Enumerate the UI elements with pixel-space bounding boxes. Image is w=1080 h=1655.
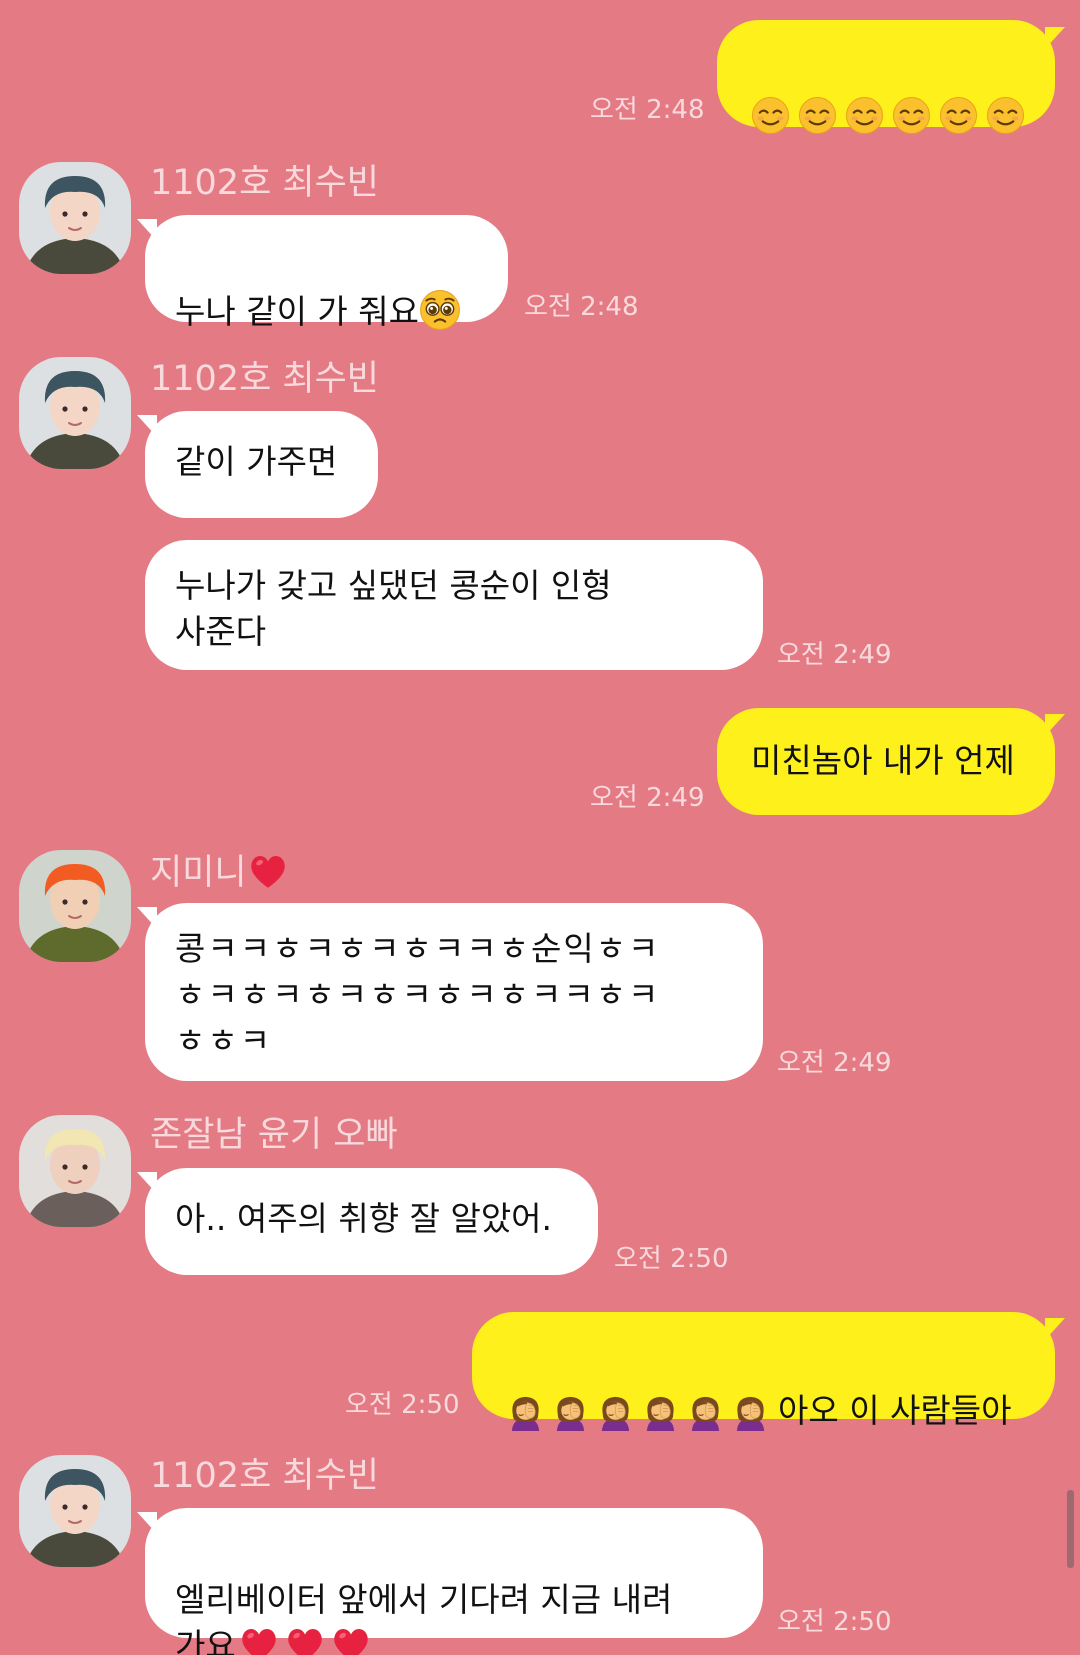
sender-name: 지미니: [150, 850, 289, 901]
incoming-message-bubble[interactable]: 엘리베이터 앞에서 기다려 지금 내려 가요: [145, 1508, 763, 1655]
woman-facepalming-icon: [641, 1392, 680, 1431]
heart-icon: [238, 1623, 280, 1655]
woman-facepalming-icon: [551, 1392, 590, 1431]
bubble-tail: [137, 1172, 157, 1194]
smiling-face-icon: [798, 96, 837, 135]
sender-name: 1102호 최수빈: [150, 359, 379, 399]
message-time: 오전 2:48: [524, 292, 639, 322]
message-time: 오전 2:49: [590, 783, 705, 813]
smiling-face-icon: [892, 96, 931, 135]
bubble-tail: [137, 415, 157, 437]
sender-name: 존잘남 윤기 오빠: [150, 1115, 398, 1155]
bubble-tail: [1045, 714, 1065, 736]
pleading-face-icon: [419, 289, 461, 343]
bubble-tail: [137, 1512, 157, 1534]
heart-icon: [330, 1623, 372, 1655]
heart-icon: [247, 850, 289, 901]
message-time: 오전 2:50: [777, 1607, 892, 1637]
incoming-message-bubble[interactable]: 콩ㅋㅋㅎㅋㅎㅋㅎㅋㅋㅎ순익ㅎㅋ ㅎㅋㅎㅋㅎㅋㅎㅋㅎㅋㅎㅋㅋㅎㅋ ㅎㅎㅋ: [145, 903, 763, 1081]
message-text: 아오 이 사람들아: [778, 1391, 1012, 1430]
smiling-face-icon: [986, 96, 1025, 135]
woman-facepalming-icon: [686, 1392, 725, 1431]
outgoing-message-bubble[interactable]: 미친놈아 내가 언제: [717, 708, 1055, 815]
woman-facepalming-icon: [596, 1392, 635, 1431]
woman-facepalming-icon: [731, 1392, 770, 1431]
bubble-tail: [1045, 1318, 1065, 1340]
outgoing-message-bubble[interactable]: 아오 이 사람들아: [472, 1312, 1055, 1431]
message-time: 오전 2:50: [345, 1390, 460, 1420]
avatar-choi-soobin[interactable]: [19, 162, 131, 274]
woman-facepalming-icon: [506, 1392, 545, 1431]
bubble-tail: [1045, 27, 1065, 49]
bubble-tail: [137, 907, 157, 929]
avatar-jimin[interactable]: [19, 850, 131, 962]
message-time: 오전 2:49: [777, 640, 892, 670]
smiling-face-icon: [939, 96, 978, 135]
message-time: 오전 2:50: [614, 1244, 729, 1274]
sender-name: 1102호 최수빈: [150, 163, 379, 203]
avatar-choi-soobin[interactable]: [19, 357, 131, 469]
smiling-face-icon: [751, 96, 790, 135]
bubble-tail: [137, 219, 157, 241]
facepalm-emoji-row: 아오 이 사람들아: [506, 1388, 1021, 1434]
avatar-yoongi[interactable]: [19, 1115, 131, 1227]
chat-room: 오전 2:48 1102호 최수빈 누나 같이 가 줘요 오전 2:48 110…: [0, 0, 1080, 1655]
incoming-message-bubble[interactable]: 누나 같이 가 줘요: [145, 215, 508, 331]
message-time: 오전 2:48: [590, 95, 705, 125]
smiling-face-icon: [845, 96, 884, 135]
sender-name-text: 지미니: [150, 853, 247, 893]
message-time: 오전 2:49: [777, 1048, 892, 1078]
incoming-message-bubble[interactable]: 같이 가주면: [145, 411, 378, 518]
incoming-message-bubble[interactable]: 아.. 여주의 취향 잘 알았어.: [145, 1168, 598, 1275]
heart-icon: [284, 1623, 326, 1655]
outgoing-message-bubble[interactable]: [717, 20, 1055, 135]
scrollbar-thumb[interactable]: [1067, 1490, 1074, 1568]
message-text: 누나 같이 가 줘요: [175, 292, 419, 331]
smile-emoji-row: [751, 96, 1025, 135]
avatar-choi-soobin[interactable]: [19, 1455, 131, 1567]
sender-name: 1102호 최수빈: [150, 1456, 379, 1496]
incoming-message-bubble[interactable]: 누나가 갖고 싶댔던 콩순이 인형 사준다: [145, 540, 763, 670]
